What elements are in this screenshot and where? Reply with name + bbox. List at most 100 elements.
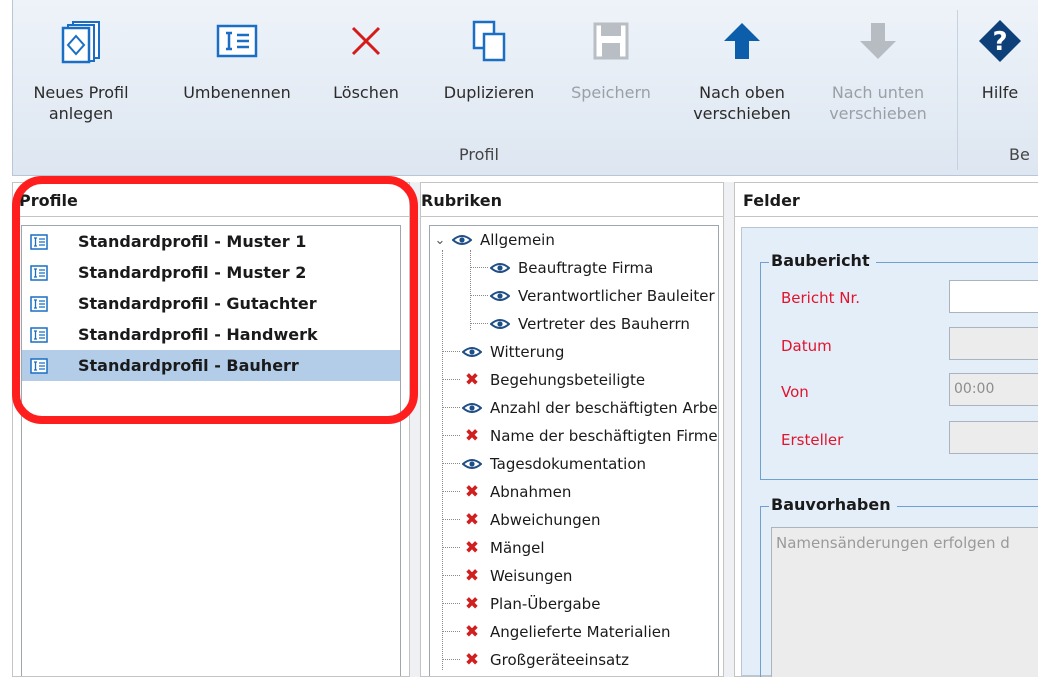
tree-line xyxy=(442,250,443,670)
tree-item[interactable]: ✖ Angelieferte Materialien xyxy=(462,618,671,646)
von-label: Von xyxy=(781,383,809,401)
bauvorhaben-placeholder: Namensänderungen erfolgen d xyxy=(776,534,1010,552)
close-icon[interactable]: ✖ xyxy=(462,484,482,501)
delete-icon xyxy=(340,0,392,82)
eye-icon[interactable] xyxy=(462,400,482,416)
profile-item-label: Standardprofil - Muster 2 xyxy=(78,263,307,282)
tree-item[interactable]: ✖ Abnahmen xyxy=(462,478,571,506)
tree-item[interactable]: ✖ Mängel xyxy=(462,534,545,562)
tree-item[interactable]: Anzahl der beschäftigten Arbeitskräfte xyxy=(462,394,718,422)
new-profile-label: Neues Profil anlegen xyxy=(33,83,129,123)
close-icon[interactable]: ✖ xyxy=(462,428,482,445)
close-icon[interactable]: ✖ xyxy=(462,624,482,641)
eye-icon[interactable] xyxy=(490,288,510,304)
tree-node-label: Tagesdokumentation xyxy=(490,455,647,473)
tree-node-label: Abweichungen xyxy=(490,511,601,529)
move-down-label: Nach unten verschieben xyxy=(829,83,927,123)
tree-line xyxy=(442,407,460,408)
eye-icon[interactable] xyxy=(490,260,510,276)
move-down-button[interactable]: Nach unten verschieben xyxy=(813,0,943,140)
tree-line xyxy=(442,463,460,464)
tree-line xyxy=(442,547,460,548)
profile-panel-title: Profile xyxy=(13,183,409,217)
ribbon: Neues Profil anlegen Umbenennen Löschen … xyxy=(12,0,1038,176)
chevron-down-icon[interactable]: ⌄ xyxy=(430,233,450,248)
help-button[interactable]: ? Hilfe xyxy=(965,0,1035,140)
duplicate-label: Duplizieren xyxy=(443,83,535,102)
tree-node-label: Angelieferte Materialien xyxy=(490,623,671,641)
tree-line xyxy=(470,250,471,330)
tree-line xyxy=(442,631,460,632)
ribbon-group-separator xyxy=(957,10,958,170)
eye-icon[interactable] xyxy=(490,316,510,332)
help-icon: ? xyxy=(974,0,1026,82)
rename-button[interactable]: Umbenennen xyxy=(171,0,303,140)
save-label: Speichern xyxy=(571,83,651,102)
profile-item-label: Standardprofil - Bauherr xyxy=(78,356,299,375)
eye-icon[interactable] xyxy=(452,232,472,248)
save-button[interactable]: Speichern xyxy=(559,0,663,140)
new-profile-icon xyxy=(55,0,107,82)
tree-line xyxy=(470,323,488,324)
arrow-up-icon xyxy=(716,0,768,82)
profile-item-selected[interactable]: Standardprofil - Bauherr xyxy=(22,350,400,381)
tree-item[interactable]: ✖ Name der beschäftigten Firmen xyxy=(462,422,719,450)
rubriken-tree: ⌄ Allgemein Beauftragte Firma Verantwort… xyxy=(429,225,719,676)
tree-node-label: Mängel xyxy=(490,539,545,557)
arrow-down-icon xyxy=(852,0,904,82)
eye-icon[interactable] xyxy=(462,344,482,360)
close-icon[interactable]: ✖ xyxy=(462,512,482,529)
tree-node-label: Begehungsbeteiligte xyxy=(490,371,646,389)
baubericht-group: Baubericht Bericht Nr. Datum Von 00:00 E… xyxy=(760,251,1038,480)
delete-button[interactable]: Löschen xyxy=(321,0,411,140)
tree-node-label: Name der beschäftigten Firmen xyxy=(490,427,719,445)
tree-line xyxy=(442,491,460,492)
close-icon[interactable]: ✖ xyxy=(462,596,482,613)
tree-child-item[interactable]: Verantwortlicher Bauleiter xyxy=(490,282,715,310)
tree-line xyxy=(442,435,460,436)
save-icon xyxy=(585,0,637,82)
eye-icon[interactable] xyxy=(462,456,482,472)
tree-node-allgemein[interactable]: ⌄ Allgemein xyxy=(430,226,555,254)
profile-item[interactable]: Standardprofil - Muster 1 xyxy=(22,226,400,257)
felder-panel-title: Felder xyxy=(735,183,1038,217)
datum-label: Datum xyxy=(781,337,832,355)
tree-child-item[interactable]: Beauftragte Firma xyxy=(490,254,653,282)
bauvorhaben-textarea[interactable]: Namensänderungen erfolgen d xyxy=(771,527,1038,677)
tree-item[interactable]: ✖ Plan-Übergabe xyxy=(462,590,601,618)
datum-input[interactable] xyxy=(949,327,1038,360)
close-icon[interactable]: ✖ xyxy=(462,540,482,557)
profile-item[interactable]: Standardprofil - Handwerk xyxy=(22,319,400,350)
tree-item[interactable]: ✖ Großgeräteeinsatz xyxy=(462,646,629,674)
von-input[interactable]: 00:00 xyxy=(949,373,1038,406)
splitter[interactable] xyxy=(410,182,420,677)
help-label: Hilfe xyxy=(981,83,1019,102)
duplicate-button[interactable]: Duplizieren xyxy=(431,0,547,140)
new-profile-button[interactable]: Neues Profil anlegen xyxy=(31,0,131,140)
close-icon[interactable]: ✖ xyxy=(462,372,482,389)
profile-item[interactable]: Standardprofil - Gutachter xyxy=(22,288,400,319)
felder-form: Baubericht Bericht Nr. Datum Von 00:00 E… xyxy=(741,227,1038,677)
tree-item[interactable]: ✖ Begehungsbeteiligte xyxy=(462,366,645,394)
tree-item[interactable]: ✖ Abweichungen xyxy=(462,506,601,534)
rename-icon xyxy=(211,0,263,82)
profile-item-label: Standardprofil - Handwerk xyxy=(78,325,318,344)
ersteller-label: Ersteller xyxy=(781,431,844,449)
close-icon[interactable]: ✖ xyxy=(462,652,482,669)
svg-text:?: ? xyxy=(992,27,1007,57)
tree-item[interactable]: ✖ Weisungen xyxy=(462,562,573,590)
splitter[interactable] xyxy=(724,182,734,677)
tree-item[interactable]: Tagesdokumentation xyxy=(462,450,646,478)
tree-item[interactable]: Witterung xyxy=(462,338,564,366)
move-up-button[interactable]: Nach oben verschieben xyxy=(677,0,807,140)
bericht-nr-input[interactable] xyxy=(949,280,1038,313)
ersteller-input[interactable] xyxy=(949,421,1038,454)
profile-item[interactable]: Standardprofil - Muster 2 xyxy=(22,257,400,288)
profile-list: Standardprofil - Muster 1 Standardprofil… xyxy=(21,225,401,676)
tree-node-label: Beauftragte Firma xyxy=(518,259,654,277)
tree-child-item[interactable]: Vertreter des Bauherrn xyxy=(490,310,690,338)
profile-panel: Profile Standardprofil - Muster 1 Standa… xyxy=(12,182,410,677)
close-icon[interactable]: ✖ xyxy=(462,568,482,585)
tree-line xyxy=(442,659,460,660)
profile-icon xyxy=(30,295,48,312)
